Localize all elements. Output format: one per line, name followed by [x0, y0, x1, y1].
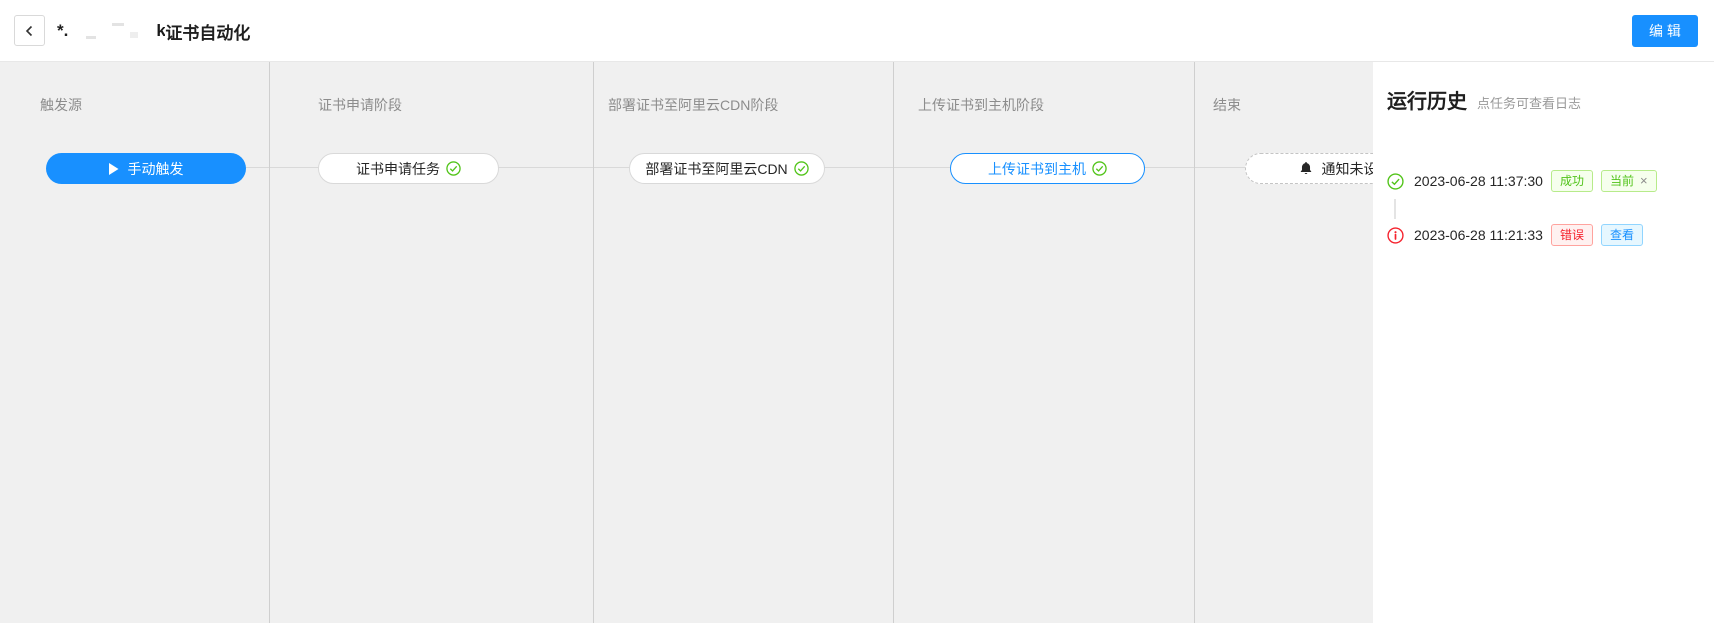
check-circle-icon [446, 161, 461, 176]
title-prefix: *. [57, 21, 68, 41]
close-icon[interactable]: × [1640, 171, 1648, 191]
edit-button[interactable]: 编 辑 [1632, 15, 1698, 47]
check-circle-icon [794, 161, 809, 176]
run-timestamp: 2023-06-28 11:37:30 [1414, 173, 1543, 189]
run-timestamp: 2023-06-28 11:21:33 [1414, 227, 1543, 243]
run-history-item[interactable]: 2023-06-28 11:37:30 成功 当前 × [1387, 167, 1657, 195]
timeline-connector [1394, 199, 1396, 219]
task-node-cert-apply[interactable]: 证书申请任务 [318, 153, 499, 184]
run-history-item[interactable]: 2023-06-28 11:21:33 错误 查看 [1387, 221, 1643, 249]
redacted-domain [68, 21, 156, 41]
node-label: 上传证书到主机 [988, 159, 1086, 179]
current-run-badge: 当前 × [1601, 170, 1657, 192]
status-badge-success: 成功 [1551, 170, 1593, 192]
bell-icon [1299, 161, 1313, 176]
manual-trigger-button[interactable]: 手动触发 [46, 153, 246, 184]
chevron-left-icon [23, 24, 37, 38]
play-icon [109, 163, 119, 175]
stage-label: 结束 [1213, 95, 1241, 115]
run-history-panel: 运行历史 点任务可查看日志 2023-06-28 11:37:30 成功 当前 … [1373, 62, 1714, 623]
stage-column-deploy-cdn: 部署证书至阿里云CDN阶段 [594, 62, 894, 623]
stage-label: 部署证书至阿里云CDN阶段 [608, 95, 778, 115]
page-title: *. k 证书自动化 [57, 0, 250, 62]
status-badge-error: 错误 [1551, 224, 1593, 246]
info-circle-icon [1387, 227, 1404, 244]
stage-column-cert-apply: 证书申请阶段 [270, 62, 594, 623]
stage-column-trigger: 触发源 [0, 62, 270, 623]
title-suffix: 证书自动化 [165, 19, 250, 44]
current-run-label: 当前 [1610, 171, 1634, 191]
run-history-title: 运行历史 [1387, 85, 1467, 114]
stage-column-upload-host: 上传证书到主机阶段 [894, 62, 1195, 623]
check-circle-icon [1092, 161, 1107, 176]
view-log-button[interactable]: 查看 [1601, 224, 1643, 246]
stage-label: 触发源 [40, 95, 82, 115]
task-node-upload-host[interactable]: 上传证书到主机 [950, 153, 1145, 184]
check-circle-icon [1387, 173, 1404, 190]
title-fragment: k [156, 21, 165, 41]
node-label: 证书申请任务 [356, 159, 440, 179]
run-history-hint: 点任务可查看日志 [1477, 93, 1581, 112]
stage-label: 证书申请阶段 [318, 95, 402, 115]
node-label: 部署证书至阿里云CDN [645, 159, 787, 179]
page-header: *. k 证书自动化 编 辑 [0, 0, 1714, 62]
stage-label: 上传证书到主机阶段 [918, 95, 1044, 115]
task-node-deploy-cdn[interactable]: 部署证书至阿里云CDN [629, 153, 825, 184]
back-button[interactable] [14, 15, 45, 46]
node-label: 手动触发 [128, 159, 184, 179]
